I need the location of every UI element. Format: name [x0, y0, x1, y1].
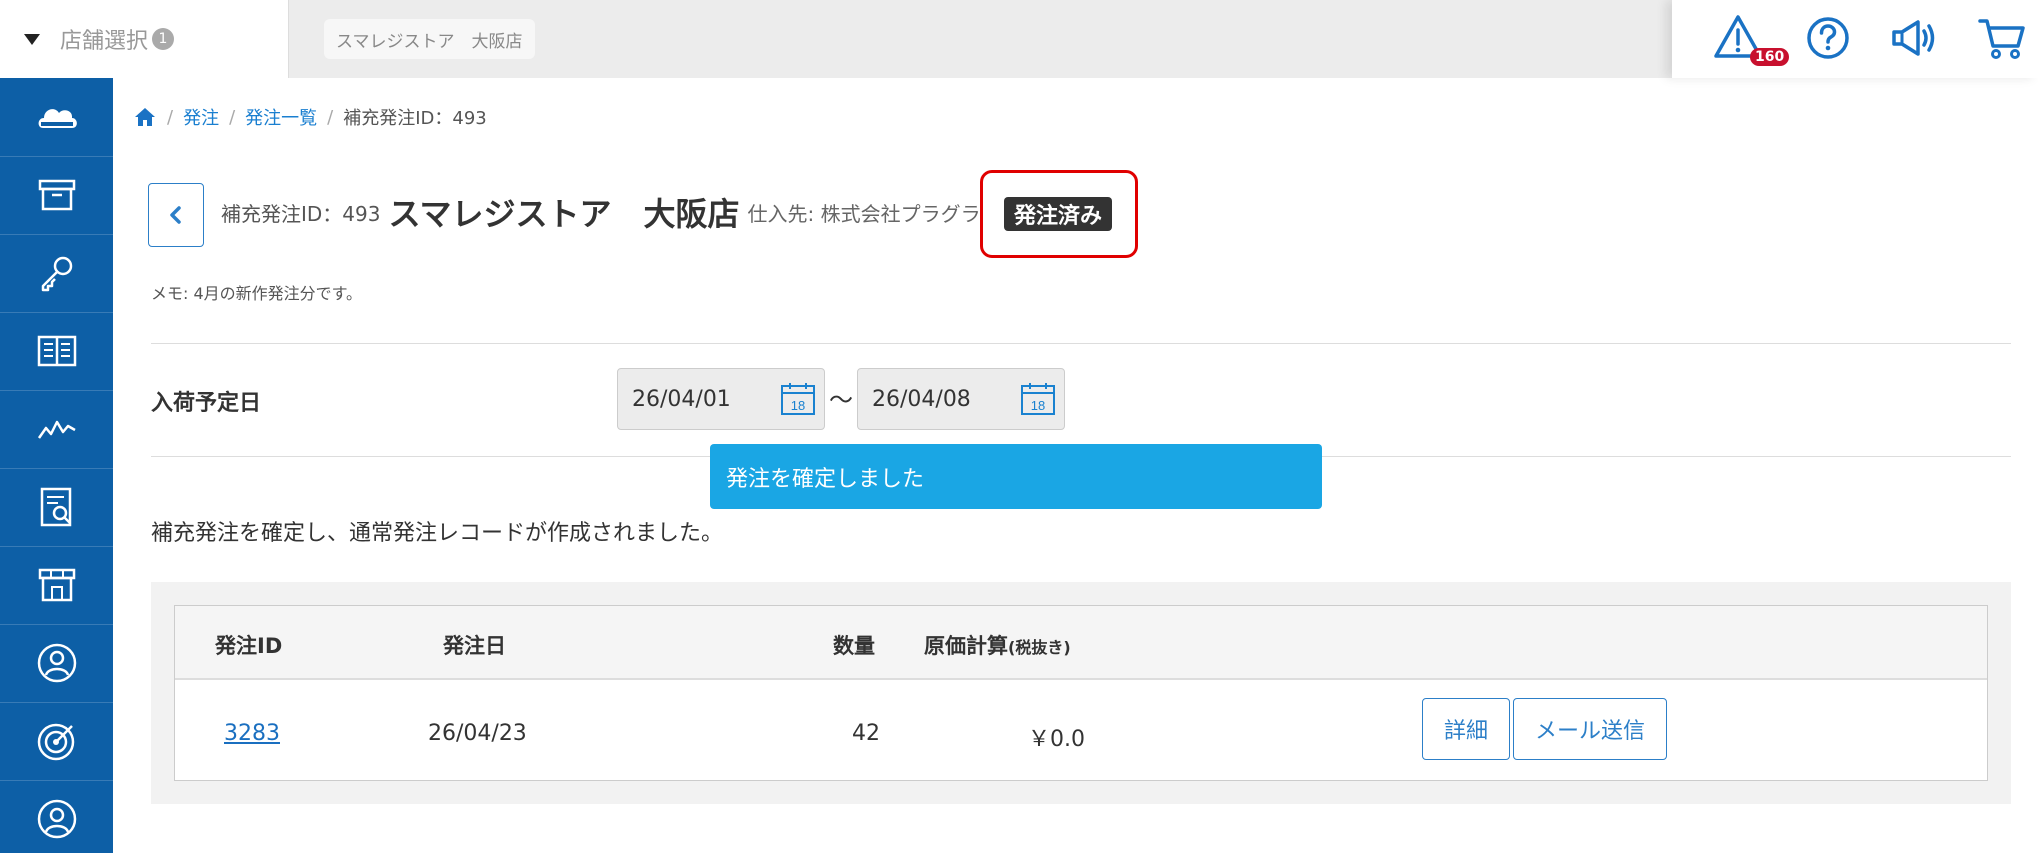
breadcrumb-separator: /	[229, 106, 236, 128]
line-chart-icon	[37, 420, 76, 439]
account-icon	[37, 799, 76, 839]
cost-cell: ￥0.0	[1028, 727, 1085, 752]
archive-box-icon	[38, 179, 75, 211]
sidebar	[0, 78, 113, 859]
date-range-tilde: 〜	[829, 386, 853, 414]
cost-header-note: (税抜き)	[1008, 638, 1071, 657]
sidebar-item-analytics[interactable]	[0, 390, 113, 469]
megaphone-icon[interactable]	[1888, 12, 1940, 64]
breadcrumb-order[interactable]: 発注	[183, 104, 219, 130]
arrival-date-from-input[interactable]: 26/04/01 18	[617, 368, 825, 430]
sidebar-item-cloud[interactable]	[0, 78, 113, 157]
sidebar-item-target[interactable]	[0, 702, 113, 781]
column-header-quantity: 数量	[833, 634, 875, 658]
home-icon[interactable]	[133, 106, 157, 128]
order-table: 発注ID 発注日 数量 原価計算(税抜き) 3283 26/04/23 42 ￥…	[174, 605, 1988, 781]
calendar-day-label: 18	[791, 398, 805, 413]
store-select-count: 1	[152, 28, 175, 50]
table-header: 発注ID 発注日 数量 原価計算(税抜き)	[175, 606, 1987, 680]
column-header-order-id: 発注ID	[215, 634, 283, 658]
result-message: 補充発注を確定し、通常発注レコードが作成されました。	[151, 521, 724, 546]
store-icon	[38, 568, 75, 602]
arrival-date-from-value: 26/04/01	[632, 386, 731, 412]
order-table-panel: 発注ID 発注日 数量 原価計算(税抜き) 3283 26/04/23 42 ￥…	[151, 582, 2011, 804]
memo-text: メモ: 4月の新作発注分です。	[151, 284, 363, 303]
cart-icon[interactable]	[1976, 12, 2028, 64]
calendar-day-label: 18	[1031, 398, 1045, 413]
send-mail-button[interactable]: メール送信	[1513, 698, 1667, 760]
arrival-date-to-value: 26/04/08	[872, 386, 971, 412]
calendar-icon[interactable]: 18	[780, 382, 816, 416]
detail-button[interactable]: 詳細	[1422, 698, 1510, 760]
arrival-date-label: 入荷予定日	[151, 391, 262, 416]
order-id-link[interactable]: 3283	[224, 721, 280, 746]
target-icon	[37, 723, 74, 761]
divider	[151, 343, 2011, 344]
top-bar: 店舗選択 1 スマレジストア 大阪店 160	[0, 0, 2038, 78]
store-select-dropdown[interactable]: 店舗選択 1	[0, 0, 289, 78]
report-search-icon	[40, 487, 71, 527]
calendar-icon[interactable]: 18	[1020, 382, 1056, 416]
order-date-cell: 26/04/23	[428, 721, 527, 746]
sidebar-item-account[interactable]	[0, 780, 113, 859]
sidebar-item-staff[interactable]	[0, 624, 113, 703]
cost-header-label: 原価計算	[924, 634, 1008, 658]
sidebar-item-store[interactable]	[0, 546, 113, 625]
sidebar-item-key[interactable]	[0, 234, 113, 313]
staff-user-icon	[37, 643, 76, 683]
quantity-cell: 42	[852, 721, 880, 746]
breadcrumb-separator: /	[167, 106, 174, 128]
page-title: 補充発注ID：493 スマレジストア 大阪店 仕入先: 株式会社プラグラ	[221, 187, 981, 237]
caret-down-icon	[24, 33, 40, 45]
alert-count-badge: 160	[1750, 48, 1790, 66]
sidebar-item-archive[interactable]	[0, 156, 113, 235]
order-id-cell: 3283	[224, 721, 280, 746]
arrival-date-to-input[interactable]: 26/04/08 18	[857, 368, 1065, 430]
toast-notification: 発注を確定しました	[710, 444, 1322, 509]
breadcrumb-separator: /	[327, 106, 334, 128]
column-header-order-date: 発注日	[443, 634, 506, 658]
chevron-left-icon	[170, 206, 181, 224]
cloud-icon	[38, 109, 77, 128]
store-select-label: 店舗選択	[60, 29, 149, 54]
store-name: スマレジストア 大阪店	[388, 195, 740, 233]
current-store-chip[interactable]: スマレジストア 大阪店	[324, 19, 535, 59]
column-header-cost: 原価計算(税抜き)	[924, 630, 1071, 660]
key-icon	[41, 256, 72, 292]
sidebar-item-report[interactable]	[0, 468, 113, 547]
back-button[interactable]	[148, 183, 204, 247]
book-icon	[37, 335, 76, 367]
status-badge: 発注済み	[1004, 197, 1113, 231]
supplier-name: 仕入先: 株式会社プラグラ	[747, 201, 981, 226]
breadcrumb-order-list[interactable]: 発注一覧	[245, 104, 317, 130]
breadcrumb: / 発注 / 発注一覧 / 補充発注ID：493	[133, 104, 487, 130]
replenish-order-id: 補充発注ID：493	[221, 201, 381, 226]
sidebar-item-book[interactable]	[0, 312, 113, 391]
breadcrumb-current: 補充発注ID：493	[343, 108, 487, 129]
help-icon[interactable]	[1802, 12, 1854, 64]
